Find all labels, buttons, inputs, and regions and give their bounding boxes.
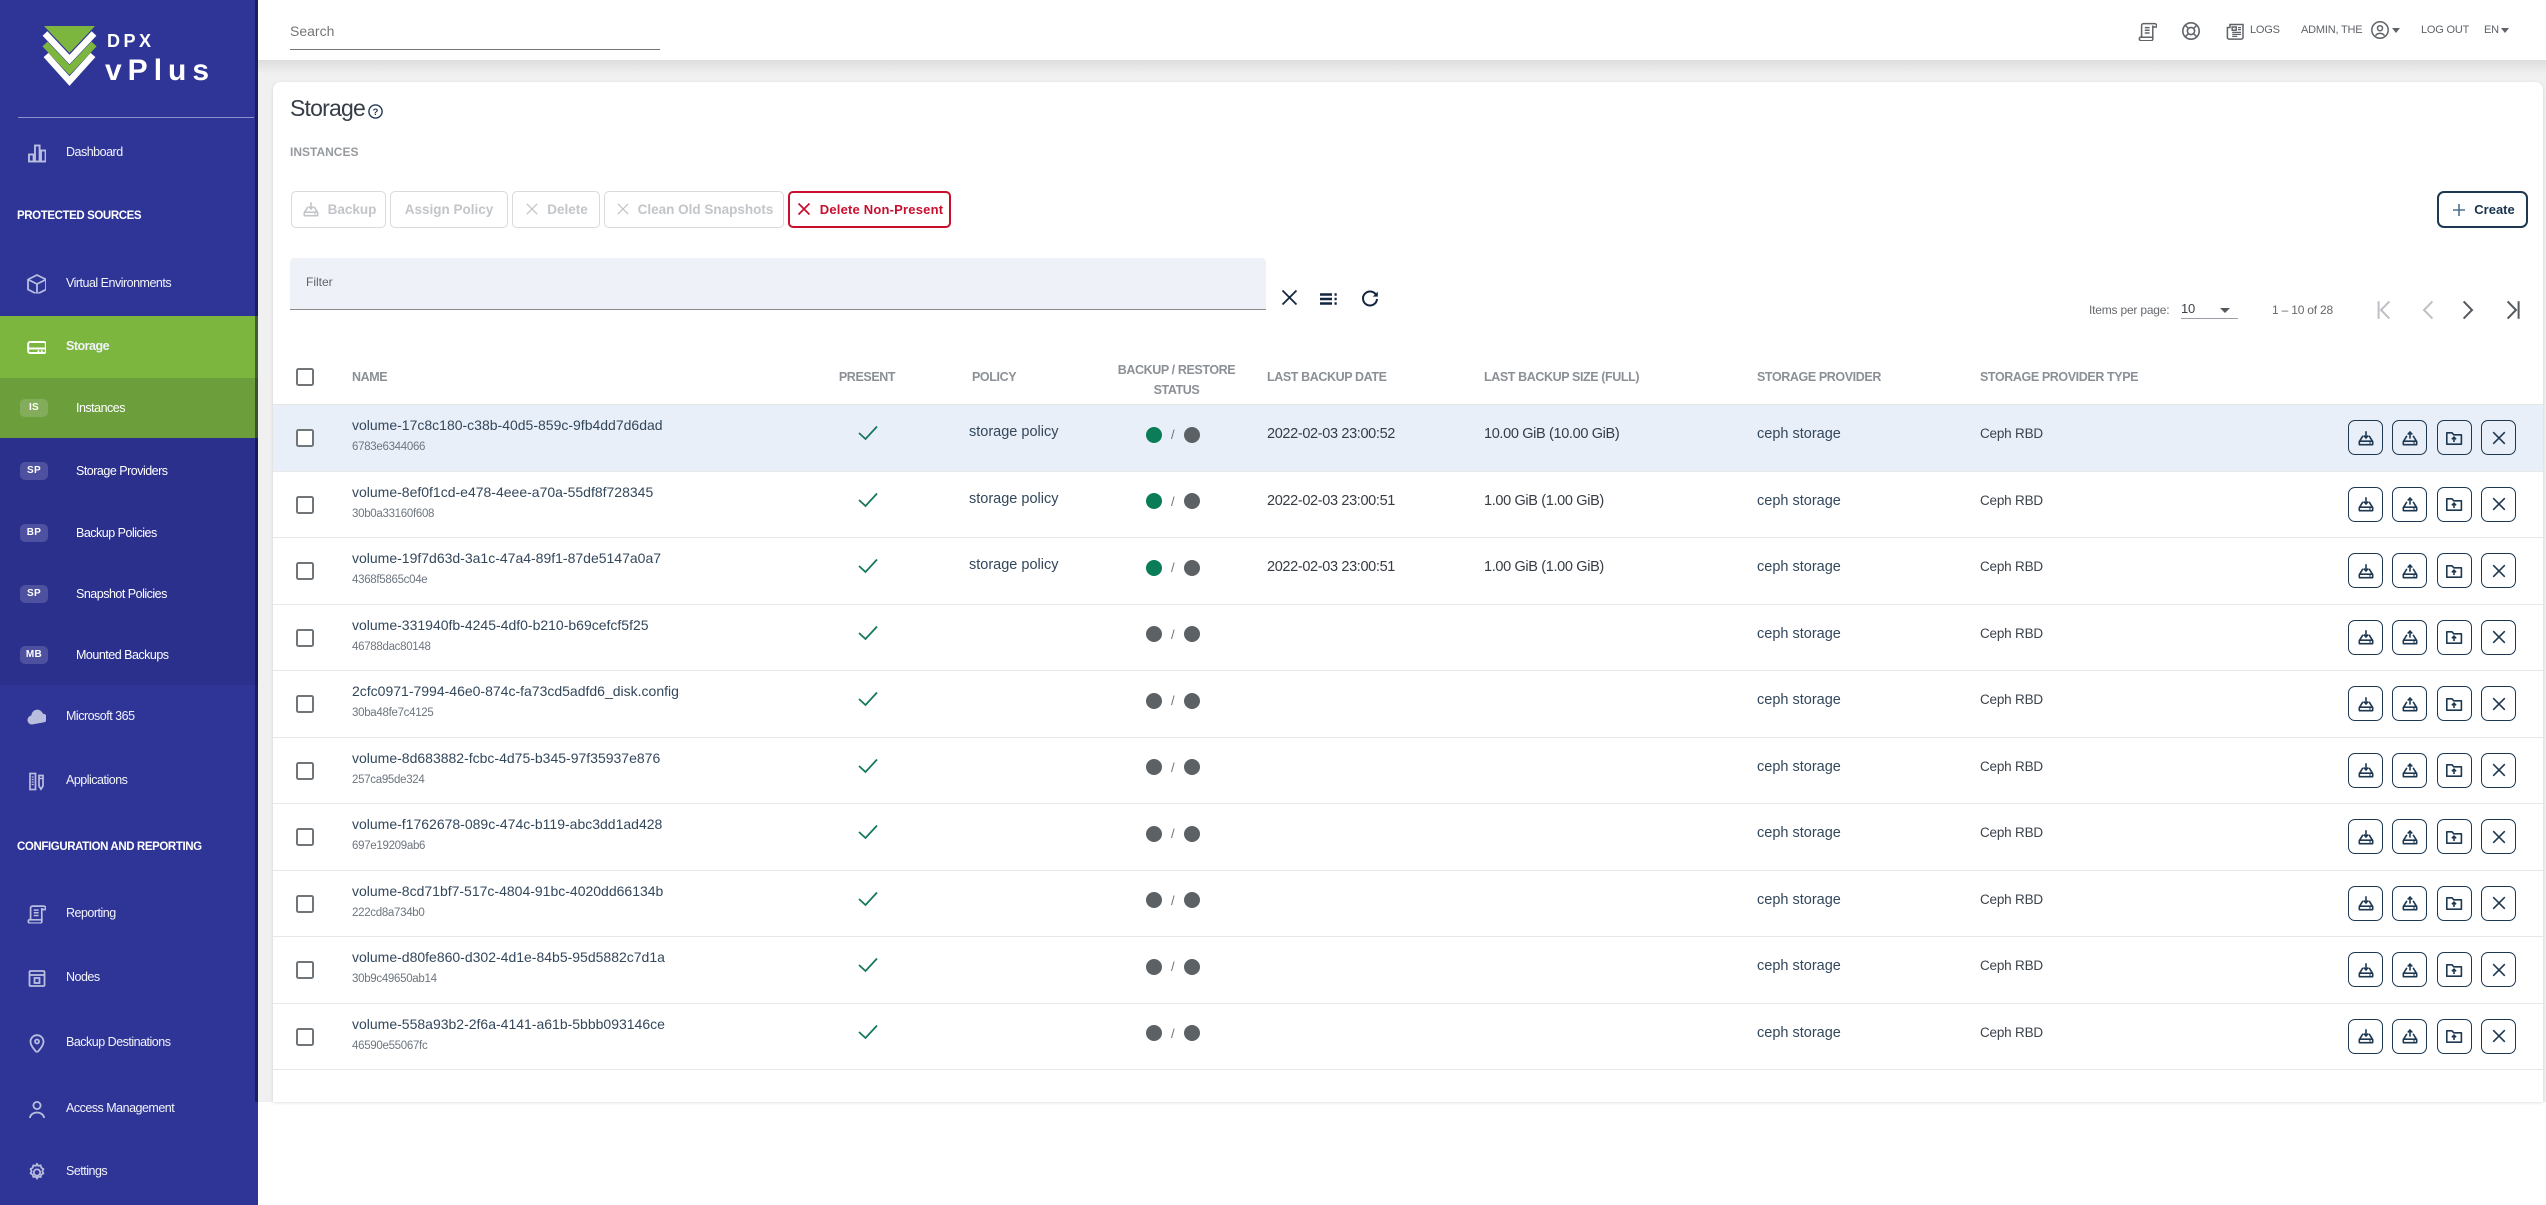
svg-text:vPlus: vPlus <box>105 54 215 87</box>
svg-text:?: ? <box>373 107 379 118</box>
svg-text:DPX: DPX <box>107 31 155 51</box>
